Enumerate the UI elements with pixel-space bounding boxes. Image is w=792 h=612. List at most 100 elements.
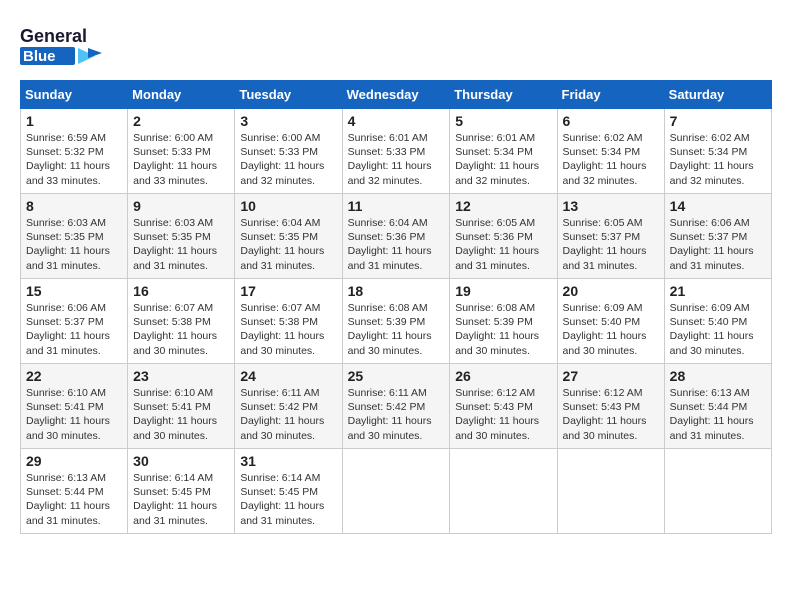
day-info: Sunrise: 6:07 AMSunset: 5:38 PMDaylight:… (240, 302, 324, 357)
calendar-cell: 19 Sunrise: 6:08 AMSunset: 5:39 PMDaylig… (450, 279, 557, 364)
day-number: 9 (133, 198, 229, 214)
day-number: 26 (455, 368, 551, 384)
weekday-header-wednesday: Wednesday (342, 81, 450, 109)
day-info: Sunrise: 6:02 AMSunset: 5:34 PMDaylight:… (670, 132, 754, 187)
day-info: Sunrise: 6:06 AMSunset: 5:37 PMDaylight:… (26, 302, 110, 357)
calendar-cell (664, 449, 771, 534)
calendar-cell: 26 Sunrise: 6:12 AMSunset: 5:43 PMDaylig… (450, 364, 557, 449)
calendar-cell: 12 Sunrise: 6:05 AMSunset: 5:36 PMDaylig… (450, 194, 557, 279)
day-info: Sunrise: 6:00 AMSunset: 5:33 PMDaylight:… (240, 132, 324, 187)
logo-icon: General Blue (20, 20, 110, 70)
day-number: 7 (670, 113, 766, 129)
calendar-cell: 6 Sunrise: 6:02 AMSunset: 5:34 PMDayligh… (557, 109, 664, 194)
logo: General Blue (20, 20, 110, 70)
calendar-table: SundayMondayTuesdayWednesdayThursdayFrid… (20, 80, 772, 534)
day-info: Sunrise: 6:09 AMSunset: 5:40 PMDaylight:… (670, 302, 754, 357)
calendar-cell: 5 Sunrise: 6:01 AMSunset: 5:34 PMDayligh… (450, 109, 557, 194)
day-info: Sunrise: 6:07 AMSunset: 5:38 PMDaylight:… (133, 302, 217, 357)
calendar-cell: 25 Sunrise: 6:11 AMSunset: 5:42 PMDaylig… (342, 364, 450, 449)
day-number: 28 (670, 368, 766, 384)
calendar-cell: 17 Sunrise: 6:07 AMSunset: 5:38 PMDaylig… (235, 279, 342, 364)
day-number: 1 (26, 113, 122, 129)
header: General Blue (20, 20, 772, 70)
calendar-cell: 20 Sunrise: 6:09 AMSunset: 5:40 PMDaylig… (557, 279, 664, 364)
day-number: 27 (563, 368, 659, 384)
day-info: Sunrise: 6:01 AMSunset: 5:34 PMDaylight:… (455, 132, 539, 187)
calendar-cell: 28 Sunrise: 6:13 AMSunset: 5:44 PMDaylig… (664, 364, 771, 449)
day-info: Sunrise: 6:00 AMSunset: 5:33 PMDaylight:… (133, 132, 217, 187)
calendar-cell: 9 Sunrise: 6:03 AMSunset: 5:35 PMDayligh… (128, 194, 235, 279)
day-info: Sunrise: 6:13 AMSunset: 5:44 PMDaylight:… (670, 387, 754, 442)
weekday-header-monday: Monday (128, 81, 235, 109)
day-info: Sunrise: 6:59 AMSunset: 5:32 PMDaylight:… (26, 132, 110, 187)
day-number: 20 (563, 283, 659, 299)
day-info: Sunrise: 6:14 AMSunset: 5:45 PMDaylight:… (240, 472, 324, 527)
day-info: Sunrise: 6:10 AMSunset: 5:41 PMDaylight:… (133, 387, 217, 442)
day-info: Sunrise: 6:05 AMSunset: 5:36 PMDaylight:… (455, 217, 539, 272)
calendar-cell: 31 Sunrise: 6:14 AMSunset: 5:45 PMDaylig… (235, 449, 342, 534)
day-number: 24 (240, 368, 336, 384)
day-number: 21 (670, 283, 766, 299)
day-info: Sunrise: 6:01 AMSunset: 5:33 PMDaylight:… (348, 132, 432, 187)
calendar-cell: 3 Sunrise: 6:00 AMSunset: 5:33 PMDayligh… (235, 109, 342, 194)
day-number: 14 (670, 198, 766, 214)
day-number: 8 (26, 198, 122, 214)
calendar-cell: 10 Sunrise: 6:04 AMSunset: 5:35 PMDaylig… (235, 194, 342, 279)
day-info: Sunrise: 6:06 AMSunset: 5:37 PMDaylight:… (670, 217, 754, 272)
day-number: 19 (455, 283, 551, 299)
day-number: 16 (133, 283, 229, 299)
weekday-header-thursday: Thursday (450, 81, 557, 109)
svg-text:General: General (20, 26, 87, 46)
day-info: Sunrise: 6:05 AMSunset: 5:37 PMDaylight:… (563, 217, 647, 272)
weekday-header-saturday: Saturday (664, 81, 771, 109)
day-number: 5 (455, 113, 551, 129)
calendar-cell: 27 Sunrise: 6:12 AMSunset: 5:43 PMDaylig… (557, 364, 664, 449)
day-number: 29 (26, 453, 122, 469)
day-info: Sunrise: 6:03 AMSunset: 5:35 PMDaylight:… (133, 217, 217, 272)
day-number: 2 (133, 113, 229, 129)
weekday-header-friday: Friday (557, 81, 664, 109)
day-info: Sunrise: 6:12 AMSunset: 5:43 PMDaylight:… (563, 387, 647, 442)
day-number: 6 (563, 113, 659, 129)
day-number: 31 (240, 453, 336, 469)
day-number: 12 (455, 198, 551, 214)
day-info: Sunrise: 6:04 AMSunset: 5:36 PMDaylight:… (348, 217, 432, 272)
day-info: Sunrise: 6:10 AMSunset: 5:41 PMDaylight:… (26, 387, 110, 442)
day-number: 18 (348, 283, 445, 299)
day-info: Sunrise: 6:03 AMSunset: 5:35 PMDaylight:… (26, 217, 110, 272)
day-number: 17 (240, 283, 336, 299)
day-number: 10 (240, 198, 336, 214)
calendar-cell: 24 Sunrise: 6:11 AMSunset: 5:42 PMDaylig… (235, 364, 342, 449)
calendar-cell: 16 Sunrise: 6:07 AMSunset: 5:38 PMDaylig… (128, 279, 235, 364)
day-info: Sunrise: 6:11 AMSunset: 5:42 PMDaylight:… (240, 387, 324, 442)
calendar-cell: 30 Sunrise: 6:14 AMSunset: 5:45 PMDaylig… (128, 449, 235, 534)
day-number: 25 (348, 368, 445, 384)
calendar-cell (557, 449, 664, 534)
day-info: Sunrise: 6:11 AMSunset: 5:42 PMDaylight:… (348, 387, 432, 442)
day-info: Sunrise: 6:02 AMSunset: 5:34 PMDaylight:… (563, 132, 647, 187)
calendar-cell: 22 Sunrise: 6:10 AMSunset: 5:41 PMDaylig… (21, 364, 128, 449)
calendar-cell (342, 449, 450, 534)
calendar-cell: 23 Sunrise: 6:10 AMSunset: 5:41 PMDaylig… (128, 364, 235, 449)
day-info: Sunrise: 6:08 AMSunset: 5:39 PMDaylight:… (348, 302, 432, 357)
calendar-cell (450, 449, 557, 534)
weekday-header-sunday: Sunday (21, 81, 128, 109)
calendar-cell: 14 Sunrise: 6:06 AMSunset: 5:37 PMDaylig… (664, 194, 771, 279)
calendar-cell: 29 Sunrise: 6:13 AMSunset: 5:44 PMDaylig… (21, 449, 128, 534)
day-number: 23 (133, 368, 229, 384)
svg-text:Blue: Blue (23, 48, 56, 65)
day-info: Sunrise: 6:08 AMSunset: 5:39 PMDaylight:… (455, 302, 539, 357)
calendar-cell: 4 Sunrise: 6:01 AMSunset: 5:33 PMDayligh… (342, 109, 450, 194)
day-info: Sunrise: 6:09 AMSunset: 5:40 PMDaylight:… (563, 302, 647, 357)
day-number: 15 (26, 283, 122, 299)
day-info: Sunrise: 6:04 AMSunset: 5:35 PMDaylight:… (240, 217, 324, 272)
weekday-header-tuesday: Tuesday (235, 81, 342, 109)
calendar-cell: 11 Sunrise: 6:04 AMSunset: 5:36 PMDaylig… (342, 194, 450, 279)
day-number: 3 (240, 113, 336, 129)
calendar-cell: 7 Sunrise: 6:02 AMSunset: 5:34 PMDayligh… (664, 109, 771, 194)
calendar-cell: 8 Sunrise: 6:03 AMSunset: 5:35 PMDayligh… (21, 194, 128, 279)
calendar-cell: 15 Sunrise: 6:06 AMSunset: 5:37 PMDaylig… (21, 279, 128, 364)
day-number: 4 (348, 113, 445, 129)
day-number: 30 (133, 453, 229, 469)
day-info: Sunrise: 6:12 AMSunset: 5:43 PMDaylight:… (455, 387, 539, 442)
